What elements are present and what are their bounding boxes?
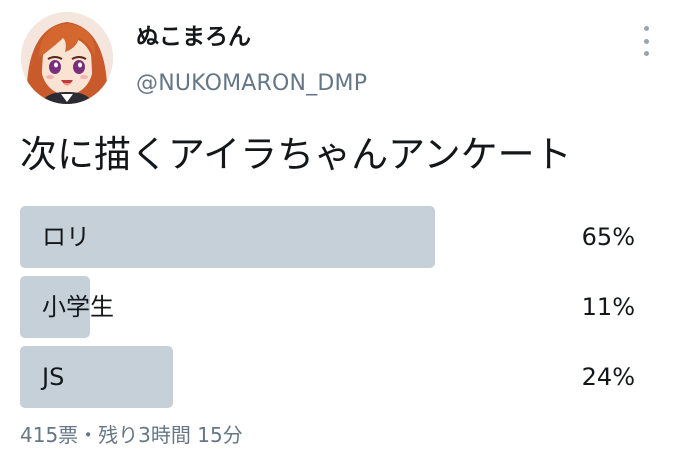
poll-option-percent: 65%	[581, 223, 635, 251]
poll-option-label: ロリ	[42, 223, 90, 251]
poll: ロリ 65% 小学生 11% JS 24%	[20, 206, 640, 416]
poll-option[interactable]: JS 24%	[20, 346, 640, 408]
anime-girl-avatar-icon	[21, 12, 113, 104]
avatar[interactable]	[21, 12, 113, 104]
more-options-button[interactable]	[636, 26, 656, 56]
tweet-text: 次に描くアイラちゃんアンケート	[20, 133, 572, 176]
poll-option[interactable]: ロリ 65%	[20, 206, 640, 268]
vertical-dots-icon	[643, 26, 649, 31]
display-name[interactable]: ぬこまろん	[136, 22, 251, 52]
user-handle[interactable]: @NUKOMARON_DMP	[136, 70, 367, 98]
vertical-dots-icon	[643, 51, 649, 56]
poll-option-label: JS	[42, 363, 65, 391]
poll-footer: 415票・残り3時間 15分	[20, 423, 243, 447]
tweet-card: ぬこまろん @NUKOMARON_DMP 次に描くアイラちゃんアンケート ロリ …	[0, 0, 680, 460]
poll-option-percent: 24%	[581, 363, 635, 391]
vertical-dots-icon	[643, 38, 649, 44]
poll-option[interactable]: 小学生 11%	[20, 276, 640, 338]
poll-option-percent: 11%	[581, 293, 635, 321]
poll-option-label: 小学生	[42, 293, 114, 321]
